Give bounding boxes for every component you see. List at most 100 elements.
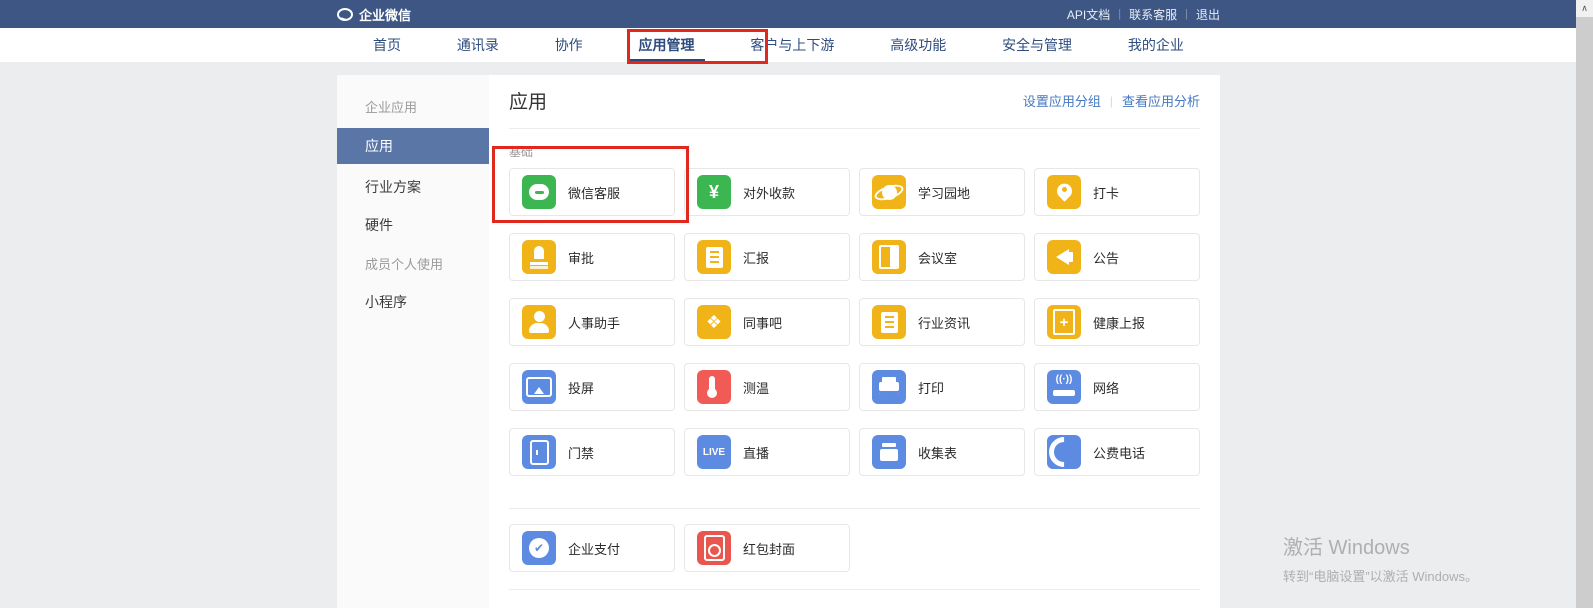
- app-card-external-payment[interactable]: ¥ 对外收款: [684, 168, 850, 216]
- tab-home[interactable]: 首页: [363, 28, 411, 62]
- sidebar-item-mini-programs[interactable]: 小程序: [337, 283, 489, 321]
- person-icon: [522, 305, 556, 339]
- app-group-label: 基础: [509, 143, 1200, 160]
- app-card-red-packet-cover[interactable]: 红包封面: [684, 524, 850, 572]
- divider: [509, 508, 1200, 509]
- tab-customers[interactable]: 客户与上下游: [740, 28, 844, 62]
- logo-text: 企业微信: [359, 5, 411, 24]
- scroll-up-icon[interactable]: ∧: [1576, 0, 1593, 17]
- app-label: 同事吧: [743, 313, 782, 332]
- windows-activation-watermark: 激活 Windows 转到“电脑设置”以激活 Windows。: [1283, 531, 1478, 585]
- app-label: 微信客服: [568, 183, 620, 202]
- app-label: 门禁: [568, 443, 594, 462]
- sidebar-header-member-personal: 成员个人使用: [337, 244, 489, 283]
- app-card-hr-assistant[interactable]: 人事助手: [509, 298, 675, 346]
- app-card-meeting-room[interactable]: 会议室: [859, 233, 1025, 281]
- app-card-learning-garden[interactable]: 学习园地: [859, 168, 1025, 216]
- app-card-industry-news[interactable]: 行业资讯: [859, 298, 1025, 346]
- topbar: 企业微信 API文档 | 联系客服 | 退出: [0, 0, 1576, 28]
- set-app-group-link[interactable]: 设置应用分组: [1023, 91, 1101, 110]
- clipboard-plus-icon: [1047, 305, 1081, 339]
- tab-security-management[interactable]: 安全与管理: [992, 28, 1082, 62]
- collect-box-icon: [872, 435, 906, 469]
- app-card-collect-form[interactable]: 收集表: [859, 428, 1025, 476]
- app-card-door-access[interactable]: 门禁: [509, 428, 675, 476]
- red-packet-icon: [697, 531, 731, 565]
- sidebar-item-apps[interactable]: 应用: [337, 128, 489, 164]
- separator: |: [1185, 8, 1188, 20]
- app-label: 对外收款: [743, 183, 795, 202]
- planet-icon: [872, 175, 906, 209]
- phone-icon: [1047, 435, 1081, 469]
- app-label: 红包封面: [743, 539, 795, 558]
- sidebar-item-hardware[interactable]: 硬件: [337, 206, 489, 244]
- app-label: 公费电话: [1093, 443, 1145, 462]
- sidebar-header-company-apps: 企业应用: [337, 87, 489, 126]
- app-card-corp-payment[interactable]: 企业支付: [509, 524, 675, 572]
- sidebar-item-industry-solutions[interactable]: 行业方案: [337, 168, 489, 206]
- app-card-free-call[interactable]: 公费电话: [1034, 428, 1200, 476]
- app-card-approval[interactable]: 审批: [509, 233, 675, 281]
- app-label: 测温: [743, 378, 769, 397]
- topbar-link-logout[interactable]: 退出: [1196, 6, 1220, 23]
- app-card-screen-cast[interactable]: 投屏: [509, 363, 675, 411]
- app-label: 行业资讯: [918, 313, 970, 332]
- megaphone-icon: [1047, 240, 1081, 274]
- door-open-icon: [872, 240, 906, 274]
- app-label: 公告: [1093, 248, 1119, 267]
- main-panel: 应用 设置应用分组 | 查看应用分析 基础 微信客服 ¥ 对外收款 学习园地 打卡审批 汇…: [489, 75, 1220, 608]
- app-card-check-in[interactable]: 打卡: [1034, 168, 1200, 216]
- app-card-temperature[interactable]: 测温: [684, 363, 850, 411]
- yuan-payment-icon: ¥: [697, 175, 731, 209]
- app-grid-secondary: 企业支付 红包封面: [509, 524, 1200, 572]
- watermark-title: 激活 Windows: [1283, 531, 1478, 560]
- wechat-work-logo: 企业微信: [337, 5, 411, 24]
- app-card-colleague-bar[interactable]: ❖ 同事吧: [684, 298, 850, 346]
- live-icon: LIVE: [697, 435, 731, 469]
- news-doc-icon: [872, 305, 906, 339]
- sidebar: 企业应用 应用 行业方案 硬件 成员个人使用 小程序: [337, 75, 489, 608]
- app-label: 会议室: [918, 248, 957, 267]
- thermometer-icon: [697, 370, 731, 404]
- app-label: 投屏: [568, 378, 594, 397]
- door-icon: [522, 435, 556, 469]
- separator: |: [1110, 94, 1113, 108]
- app-card-announcement[interactable]: 公告: [1034, 233, 1200, 281]
- topbar-link-api-docs[interactable]: API文档: [1067, 6, 1110, 23]
- tab-app-management[interactable]: 应用管理: [629, 28, 705, 62]
- app-label: 健康上报: [1093, 313, 1145, 332]
- page-title: 应用: [509, 87, 547, 114]
- tab-collaboration[interactable]: 协作: [545, 28, 593, 62]
- watermark-subtitle: 转到“电脑设置”以激活 Windows。: [1283, 566, 1478, 585]
- tab-contacts[interactable]: 通讯录: [447, 28, 509, 62]
- compass-diamond-icon: ❖: [697, 305, 731, 339]
- app-card-print[interactable]: 打印: [859, 363, 1025, 411]
- chat-bubble-logo-icon: [337, 8, 353, 21]
- content-area: 企业应用 应用 行业方案 硬件 成员个人使用 小程序 应用 设置应用分组 | 查…: [337, 75, 1220, 608]
- vertical-scrollbar[interactable]: ∧: [1576, 0, 1593, 608]
- divider: [509, 589, 1200, 590]
- app-label: 人事助手: [568, 313, 620, 332]
- app-label: 审批: [568, 248, 594, 267]
- separator: |: [1118, 8, 1121, 20]
- app-card-network[interactable]: 网络: [1034, 363, 1200, 411]
- app-card-health-report[interactable]: 健康上报: [1034, 298, 1200, 346]
- app-card-wechat-kf[interactable]: 微信客服: [509, 168, 675, 216]
- chat-bubble-icon: [522, 175, 556, 209]
- stamp-icon: [522, 240, 556, 274]
- topbar-link-contact-support[interactable]: 联系客服: [1129, 6, 1177, 23]
- main-nav: 首页 通讯录 协作 应用管理 客户与上下游 高级功能 安全与管理 我的企业: [0, 28, 1576, 62]
- view-app-analytics-link[interactable]: 查看应用分析: [1122, 91, 1200, 110]
- tab-my-company[interactable]: 我的企业: [1118, 28, 1194, 62]
- app-label: 学习园地: [918, 183, 970, 202]
- app-label: 企业支付: [568, 539, 620, 558]
- app-card-live[interactable]: LIVE直播: [684, 428, 850, 476]
- app-label: 打印: [918, 378, 944, 397]
- app-label: 网络: [1093, 378, 1119, 397]
- location-pin-icon: [1047, 175, 1081, 209]
- app-label: 汇报: [743, 248, 769, 267]
- app-card-report[interactable]: 汇报: [684, 233, 850, 281]
- tab-advanced-features[interactable]: 高级功能: [880, 28, 956, 62]
- pay-bubble-check-icon: [522, 531, 556, 565]
- divider: [509, 128, 1200, 129]
